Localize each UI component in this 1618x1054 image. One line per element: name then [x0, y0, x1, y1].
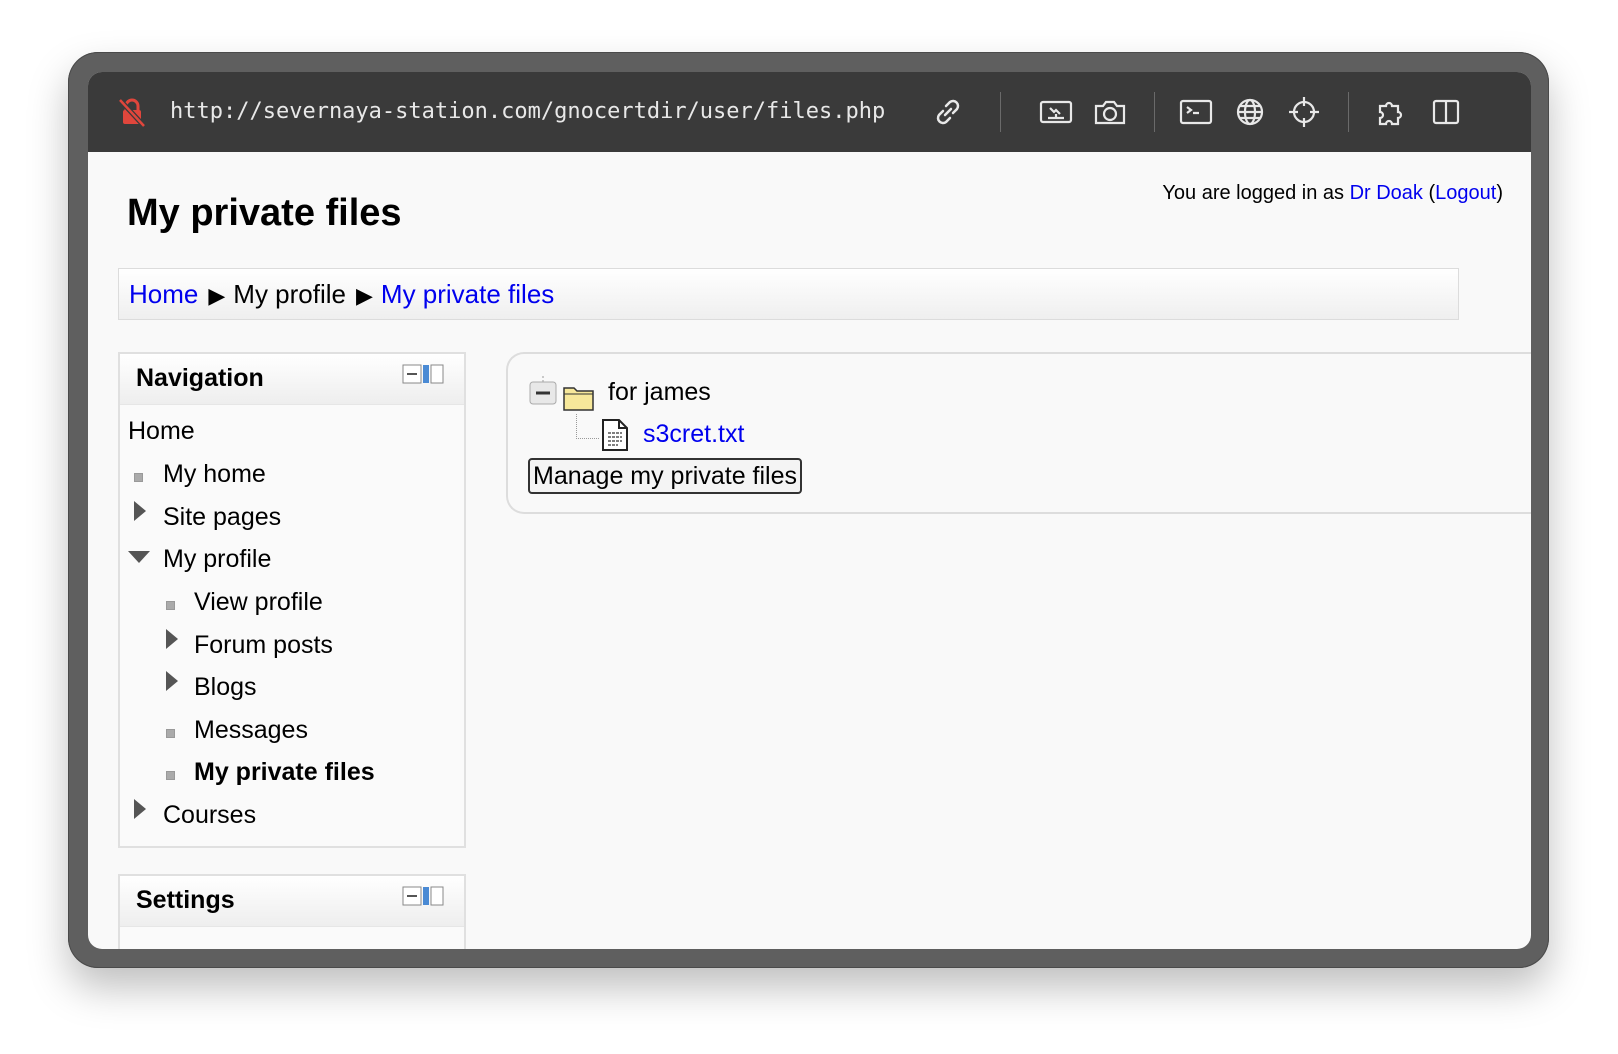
collapsed-arrow-icon[interactable] [134, 501, 146, 521]
folder-name[interactable]: for james [608, 378, 711, 407]
bullet-icon [166, 771, 175, 780]
nav-view-profile[interactable]: View profile [194, 588, 323, 617]
responsive-icon[interactable] [1038, 94, 1074, 130]
extension-icon[interactable] [1374, 94, 1410, 130]
collapsed-arrow-icon[interactable] [166, 629, 178, 649]
nav-home[interactable]: Home [128, 417, 195, 446]
tree-connector [576, 414, 599, 439]
logout-close: ) [1496, 182, 1503, 204]
breadcrumb: Home ▶ My profile ▶ My private files [118, 268, 1459, 320]
expanded-arrow-icon[interactable] [128, 551, 150, 563]
nav-messages[interactable]: Messages [194, 716, 308, 745]
logout-link[interactable]: Logout [1435, 182, 1496, 204]
breadcrumb-home[interactable]: Home [129, 279, 198, 309]
toolbar-divider [1154, 92, 1155, 132]
address-bar-url[interactable]: http://severnaya-station.com/gnocertdir/… [170, 96, 885, 128]
collapsed-arrow-icon[interactable] [134, 799, 146, 819]
navigation-block: Navigation Home My home Site pages My pr… [118, 352, 466, 848]
toolbar-divider [1348, 92, 1349, 132]
manage-private-files-button[interactable]: Manage my private files [528, 458, 803, 494]
nav-site-pages[interactable]: Site pages [163, 503, 281, 532]
user-name-link[interactable]: Dr Doak [1350, 182, 1423, 204]
nav-courses[interactable]: Courses [163, 801, 256, 830]
bullet-icon [134, 473, 143, 482]
private-files-panel: for james s3cret.txt Manage my private f… [506, 352, 1531, 514]
collapsed-arrow-icon[interactable] [166, 671, 178, 691]
nav-blogs[interactable]: Blogs [194, 673, 257, 702]
text-file-icon [600, 418, 630, 457]
navigation-block-title: Navigation [136, 364, 264, 392]
breadcrumb-separator-icon: ▶ [355, 283, 373, 308]
login-prefix: You are logged in as [1162, 182, 1350, 204]
toolbar-divider [1000, 92, 1001, 132]
nav-forum-posts[interactable]: Forum posts [194, 631, 333, 660]
browser-window: http://severnaya-station.com/gnocertdir/… [88, 72, 1531, 949]
link-icon[interactable] [930, 94, 966, 130]
login-info: You are logged in as Dr Doak (Logout) [1162, 182, 1503, 205]
bullet-icon [166, 601, 175, 610]
sidebar-icon[interactable] [1428, 94, 1464, 130]
insecure-lock-icon[interactable] [116, 96, 148, 128]
bullet-icon [166, 729, 175, 738]
breadcrumb-separator-icon: ▶ [208, 283, 226, 308]
tree-collapse-icon[interactable] [528, 376, 562, 415]
settings-block-title: Settings [136, 886, 235, 914]
navigation-block-header: Navigation [120, 354, 464, 405]
nav-my-profile[interactable]: My profile [163, 545, 271, 574]
nav-my-home[interactable]: My home [163, 460, 266, 489]
folder-icon [562, 382, 596, 417]
page-title: My private files [127, 192, 402, 234]
logout-open: ( [1422, 182, 1436, 204]
file-link-s3cret[interactable]: s3cret.txt [643, 420, 744, 449]
block-dock-controls-icon[interactable] [402, 885, 446, 907]
settings-block: Settings [118, 874, 466, 949]
crosshair-icon[interactable] [1286, 94, 1322, 130]
breadcrumb-my-private-files[interactable]: My private files [381, 279, 554, 309]
terminal-icon[interactable] [1178, 94, 1214, 130]
globe-icon[interactable] [1232, 94, 1268, 130]
breadcrumb-my-profile: My profile [233, 279, 346, 309]
browser-toolbar: http://severnaya-station.com/gnocertdir/… [88, 72, 1531, 152]
page-content: My private files You are logged in as Dr… [88, 152, 1531, 949]
settings-block-header: Settings [120, 876, 464, 927]
nav-my-private-files[interactable]: My private files [194, 758, 375, 787]
camera-icon[interactable] [1092, 94, 1128, 130]
block-dock-controls-icon[interactable] [402, 363, 446, 385]
